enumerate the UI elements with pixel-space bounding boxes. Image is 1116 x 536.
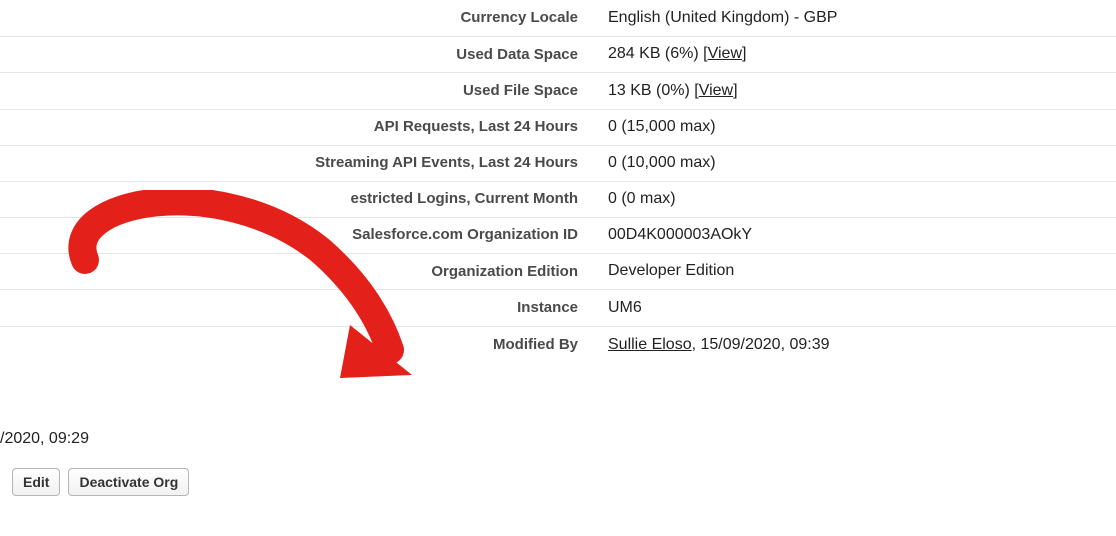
row-restricted-logins: estricted Logins, Current Month 0 (0 max… xyxy=(0,182,1116,218)
value-currency-locale: English (United Kingdom) - GBP xyxy=(590,1,1116,35)
value-org-edition: Developer Edition xyxy=(590,254,1116,288)
value-restricted-logins: 0 (0 max) xyxy=(590,182,1116,216)
value-api-requests: 0 (15,000 max) xyxy=(590,110,1116,144)
created-by-timestamp-partial: /2020, 09:29 xyxy=(0,430,89,448)
edit-button[interactable]: Edit xyxy=(12,468,60,496)
modified-by-timestamp: , 15/09/2020, 09:39 xyxy=(692,336,830,353)
row-used-file-space: Used File Space 13 KB (0%) [View] xyxy=(0,73,1116,110)
label-org-edition: Organization Edition xyxy=(0,254,590,290)
organization-details-table: Currency Locale English (United Kingdom)… xyxy=(0,0,1116,363)
value-streaming-api: 0 (10,000 max) xyxy=(590,146,1116,180)
modified-by-user-link[interactable]: Sullie Eloso xyxy=(608,336,692,353)
used-file-space-suffix: ] xyxy=(733,82,737,99)
label-streaming-api: Streaming API Events, Last 24 Hours xyxy=(0,147,590,179)
label-instance: Instance xyxy=(0,290,590,326)
value-used-file-space: 13 KB (0%) [View] xyxy=(590,74,1116,108)
row-org-id: Salesforce.com Organization ID 00D4K0000… xyxy=(0,218,1116,254)
label-used-file-space: Used File Space xyxy=(0,73,590,109)
row-modified-by: Modified By Sullie Eloso, 15/09/2020, 09… xyxy=(0,327,1116,363)
row-api-requests: API Requests, Last 24 Hours 0 (15,000 ma… xyxy=(0,110,1116,146)
row-instance: Instance UM6 xyxy=(0,290,1116,327)
view-file-space-link[interactable]: View xyxy=(699,82,733,99)
value-instance: UM6 xyxy=(590,291,1116,325)
row-org-edition: Organization Edition Developer Edition xyxy=(0,254,1116,291)
used-file-space-text: 13 KB (0%) [ xyxy=(608,82,699,99)
label-org-id: Salesforce.com Organization ID xyxy=(0,219,590,251)
used-data-space-suffix: ] xyxy=(742,45,746,62)
value-org-id: 00D4K000003AOkY xyxy=(590,218,1116,252)
label-api-requests: API Requests, Last 24 Hours xyxy=(0,111,590,143)
view-data-space-link[interactable]: View xyxy=(708,45,742,62)
label-currency-locale: Currency Locale xyxy=(0,0,590,36)
label-modified-by: Modified By xyxy=(0,327,590,363)
label-used-data-space: Used Data Space xyxy=(0,37,590,73)
used-data-space-text: 284 KB (6%) [ xyxy=(608,45,708,62)
deactivate-org-button[interactable]: Deactivate Org xyxy=(68,468,189,496)
action-buttons: Edit Deactivate Org xyxy=(12,468,189,496)
label-restricted-logins: estricted Logins, Current Month xyxy=(0,183,590,215)
row-used-data-space: Used Data Space 284 KB (6%) [View] xyxy=(0,37,1116,74)
value-modified-by: Sullie Eloso, 15/09/2020, 09:39 xyxy=(590,328,1116,362)
value-used-data-space: 284 KB (6%) [View] xyxy=(590,37,1116,71)
row-streaming-api: Streaming API Events, Last 24 Hours 0 (1… xyxy=(0,146,1116,182)
row-currency-locale: Currency Locale English (United Kingdom)… xyxy=(0,0,1116,37)
